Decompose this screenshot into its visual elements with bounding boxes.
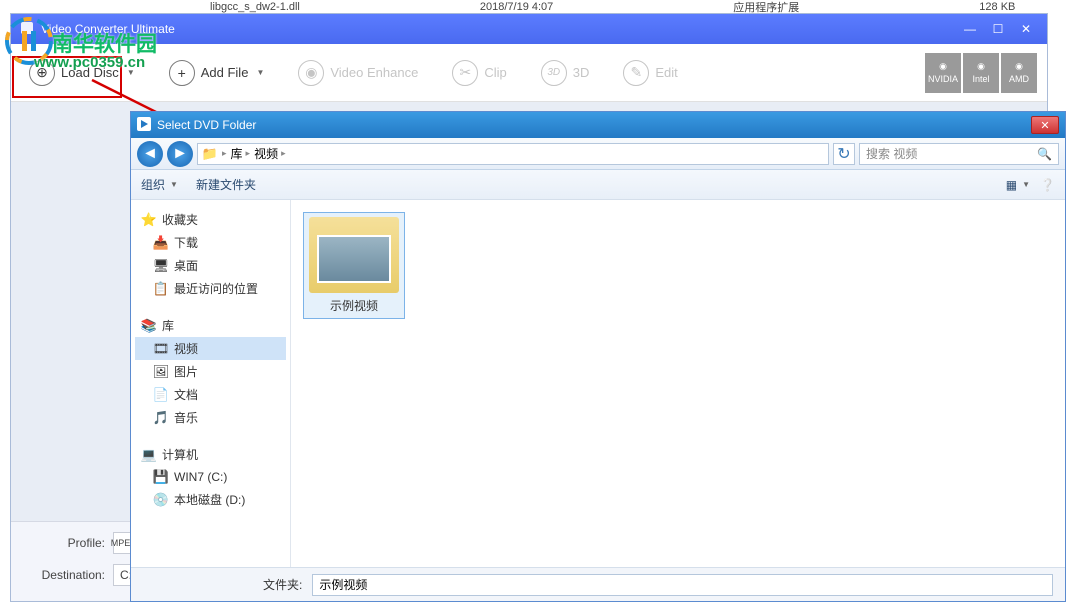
edit-icon: ✎ [623,60,649,86]
maximize-button[interactable]: ☐ [985,19,1011,39]
chevron-down-icon: ▼ [127,68,135,77]
gpu-badges: ◉NVIDIA ◉Intel ◉AMD [925,53,1037,93]
folder-tree[interactable]: ⭐收藏夹 📥下载 🖥桌面 📋最近访问的位置 📚库 🎞视频 🖼图片 📄文档 🎵音乐… [131,200,291,567]
bg-size: 128 KB [979,1,1015,13]
breadcrumb[interactable]: 📁 ▸ 库▸ 视频▸ [197,143,829,165]
folder-thumbnail [309,217,399,293]
new-folder-button[interactable]: 新建文件夹 [196,176,256,193]
folder-icon: 📁 [202,146,218,162]
breadcrumb-videos[interactable]: 视频▸ [254,145,286,162]
tree-drive-d[interactable]: 💿本地磁盘 (D:) [135,488,286,511]
folder-field-label: 文件夹: [263,576,302,593]
tree-desktop[interactable]: 🖥桌面 [135,254,286,277]
load-disc-button[interactable]: ⊕ Load Disc ▼ [21,56,143,90]
music-icon: 🎵 [153,410,169,426]
folder-sample-videos[interactable]: 示例视频 [303,212,405,319]
view-button[interactable]: ▦▼ [1006,178,1030,192]
nvidia-badge: ◉NVIDIA [925,53,961,93]
tree-favorites[interactable]: ⭐收藏夹 [135,208,286,231]
star-icon: ⭐ [141,212,157,228]
intel-badge: ◉Intel [963,53,999,93]
organize-button[interactable]: 组织▼ [141,176,178,193]
drive-icon: 💾 [153,469,169,485]
clip-button[interactable]: ✂ Clip [444,56,514,90]
video-enhance-button[interactable]: ◉ Video Enhance [290,56,426,90]
app-icon [19,20,35,39]
dialog-close-button[interactable]: ✕ [1031,116,1059,134]
background-file-row: libgcc_s_dw2-1.dll 2018/7/19 4:07 应用程序扩展… [0,0,1066,13]
tree-documents[interactable]: 📄文档 [135,383,286,406]
recent-icon: 📋 [153,281,169,297]
download-icon: 📥 [153,235,169,251]
amd-badge: ◉AMD [1001,53,1037,93]
bg-filename: libgcc_s_dw2-1.dll [210,1,300,13]
dialog-nav: ◄ ► 📁 ▸ 库▸ 视频▸ ↻ 搜索 视频 🔍 [131,138,1065,170]
app-title-text: Video Converter Ultimate [41,22,175,36]
add-file-button[interactable]: + Add File ▼ [161,56,273,90]
bg-date: 2018/7/19 4:07 [480,1,553,13]
dialog-title-text: Select DVD Folder [157,118,256,132]
profile-label: Profile: [25,536,105,550]
help-button[interactable]: ❔ [1040,178,1055,192]
nav-forward-button[interactable]: ► [167,141,193,167]
minimize-button[interactable]: — [957,19,983,39]
dialog-toolbar: 组织▼ 新建文件夹 ▦▼ ❔ [131,170,1065,200]
three-d-icon: 3D [541,60,567,86]
search-icon: 🔍 [1037,147,1052,161]
edit-button[interactable]: ✎ Edit [615,56,685,90]
app-toolbar: ⊕ Load Disc ▼ + Add File ▼ ◉ Video Enhan… [11,44,1047,102]
drive-icon: 💿 [153,492,169,508]
video-icon: 🎞 [153,341,169,357]
tree-pictures[interactable]: 🖼图片 [135,360,286,383]
file-pane[interactable]: 示例视频 [291,200,1065,567]
library-icon: 📚 [141,318,157,334]
disc-icon: ⊕ [29,60,55,86]
enhance-icon: ◉ [298,60,324,86]
chevron-down-icon: ▼ [256,68,264,77]
tree-videos[interactable]: 🎞视频 [135,337,286,360]
close-button[interactable]: ✕ [1013,19,1039,39]
document-icon: 📄 [153,387,169,403]
app-titlebar[interactable]: Video Converter Ultimate — ☐ ✕ [11,14,1047,44]
three-d-button[interactable]: 3D 3D [533,56,598,90]
tree-drive-c[interactable]: 💾WIN7 (C:) [135,466,286,488]
tree-libraries[interactable]: 📚库 [135,314,286,337]
dialog-icon [137,117,151,134]
search-input[interactable]: 搜索 视频 🔍 [859,143,1059,165]
nav-back-button[interactable]: ◄ [137,141,163,167]
scissors-icon: ✂ [452,60,478,86]
picture-icon: 🖼 [153,364,169,380]
folder-field-input[interactable]: 示例视频 [312,574,1053,596]
tree-music[interactable]: 🎵音乐 [135,406,286,429]
refresh-button[interactable]: ↻ [833,143,855,165]
dialog-footer: 文件夹: 示例视频 [131,567,1065,601]
computer-icon: 💻 [141,447,157,463]
tree-downloads[interactable]: 📥下载 [135,231,286,254]
desktop-icon: 🖥 [153,258,169,274]
breadcrumb-libraries[interactable]: 库▸ [231,145,251,162]
folder-name: 示例视频 [330,297,378,314]
dialog-titlebar[interactable]: Select DVD Folder ✕ [131,112,1065,138]
tree-computer[interactable]: 💻计算机 [135,443,286,466]
select-dvd-folder-dialog: Select DVD Folder ✕ ◄ ► 📁 ▸ 库▸ 视频▸ ↻ 搜索 … [130,111,1066,602]
destination-label: Destination: [25,568,105,582]
tree-recent[interactable]: 📋最近访问的位置 [135,277,286,300]
add-file-icon: + [169,60,195,86]
